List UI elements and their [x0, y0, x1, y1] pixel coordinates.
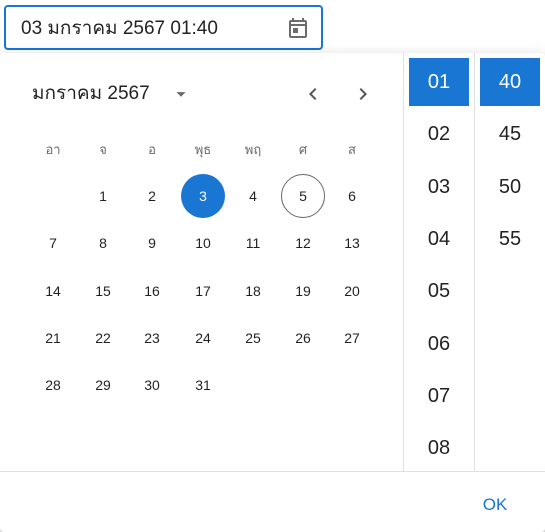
weekday-label: พฤ: [244, 142, 262, 157]
day-cell[interactable]: 24: [181, 316, 225, 360]
day-cell[interactable]: 25: [231, 316, 275, 360]
hour-option[interactable]: 03: [409, 163, 469, 211]
day-cell[interactable]: 3: [181, 174, 225, 218]
ok-button[interactable]: OK: [466, 488, 524, 522]
hour-option[interactable]: 06: [409, 320, 469, 368]
day-cell[interactable]: 2: [130, 174, 174, 218]
weekday-label: จ: [99, 142, 107, 157]
day-cell[interactable]: 17: [181, 269, 225, 313]
weekday-label: พุธ: [194, 142, 212, 157]
day-cell[interactable]: 15: [81, 269, 125, 313]
day-cell[interactable]: 13: [330, 221, 374, 265]
minute-option[interactable]: 50: [480, 163, 540, 211]
day-cell[interactable]: 19: [281, 269, 325, 313]
day-cell[interactable]: 11: [231, 221, 275, 265]
previous-month-button[interactable]: [298, 79, 328, 109]
hour-option[interactable]: 08: [409, 424, 469, 471]
day-cell[interactable]: 10: [181, 221, 225, 265]
day-cell[interactable]: 22: [81, 316, 125, 360]
day-cell[interactable]: 27: [330, 316, 374, 360]
hour-option[interactable]: 07: [409, 372, 469, 420]
hour-option[interactable]: 02: [409, 110, 469, 158]
date-time-value[interactable]: 03 มกราคม 2567 01:40: [21, 18, 218, 40]
day-cell[interactable]: 26: [281, 316, 325, 360]
day-cell[interactable]: 12: [281, 221, 325, 265]
day-cell[interactable]: 29: [81, 363, 125, 407]
weekday-label: ศ: [298, 142, 308, 157]
next-month-button[interactable]: [348, 79, 378, 109]
day-cell[interactable]: 6: [330, 174, 374, 218]
day-cell[interactable]: 21: [31, 316, 75, 360]
day-cell[interactable]: 16: [130, 269, 174, 313]
day-cell[interactable]: 7: [31, 221, 75, 265]
day-cell[interactable]: 31: [181, 363, 225, 407]
hour-option[interactable]: 01: [409, 58, 469, 106]
day-cell[interactable]: 23: [130, 316, 174, 360]
weekday-label: ส: [348, 142, 356, 157]
day-cell[interactable]: 8: [81, 221, 125, 265]
minute-option[interactable]: 55: [480, 215, 540, 263]
day-cell[interactable]: 9: [130, 221, 174, 265]
day-cell[interactable]: 4: [231, 174, 275, 218]
chevron-left-icon: [309, 88, 317, 100]
day-cell[interactable]: 18: [231, 269, 275, 313]
day-cell[interactable]: 5: [281, 174, 325, 218]
calendar-icon[interactable]: [283, 13, 313, 43]
minute-option[interactable]: 45: [480, 110, 540, 158]
caret-down-icon[interactable]: [170, 83, 192, 105]
hour-option[interactable]: 05: [409, 267, 469, 315]
date-time-input[interactable]: 03 มกราคม 2567 01:40: [4, 5, 323, 50]
hours-list[interactable]: 01 02 03 04 05 06 07 08: [404, 53, 474, 471]
weekday-label: อ: [148, 142, 156, 157]
chevron-right-icon: [359, 88, 367, 100]
actions-divider: [0, 471, 545, 472]
minutes-list[interactable]: 40 45 50 55: [475, 53, 545, 471]
minute-option[interactable]: 40: [480, 58, 540, 106]
day-cell[interactable]: 28: [31, 363, 75, 407]
day-cell[interactable]: 14: [31, 269, 75, 313]
day-cell[interactable]: 20: [330, 269, 374, 313]
weekday-label: อา: [45, 142, 61, 157]
hour-option[interactable]: 04: [409, 215, 469, 263]
month-year-label[interactable]: มกราคม 2567: [32, 83, 150, 105]
day-cell[interactable]: 30: [130, 363, 174, 407]
day-cell[interactable]: 1: [81, 174, 125, 218]
date-time-picker-popup: มกราคม 2567 อาจอพุธ พฤศส 1 2 3 4 5 6 7 8 9 10 11 12 1…: [0, 53, 545, 532]
